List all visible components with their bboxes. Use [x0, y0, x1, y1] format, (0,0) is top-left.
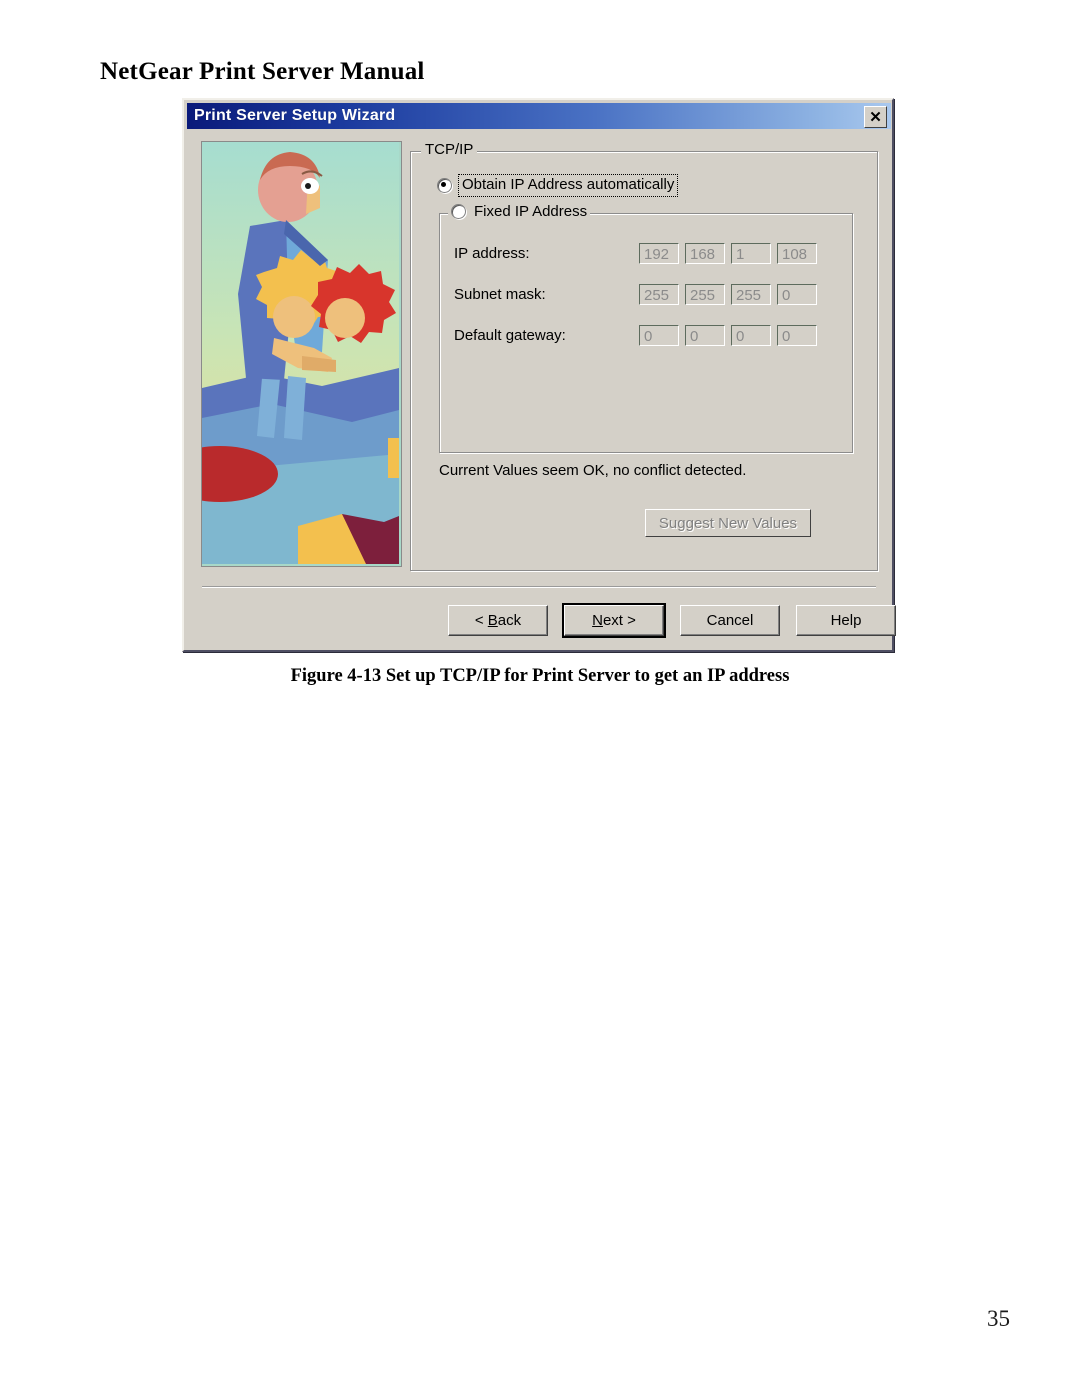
- default-gateway-octet-4[interactable]: 0: [777, 325, 817, 346]
- close-icon[interactable]: ✕: [864, 106, 887, 128]
- default-gateway-octet-3[interactable]: 0: [731, 325, 771, 346]
- help-button[interactable]: Help: [796, 605, 896, 636]
- subnet-mask-octet-3[interactable]: 255: [731, 284, 771, 305]
- document-page: NetGear Print Server Manual Print Server…: [0, 0, 1080, 1397]
- footer-button-bar: < Back Next > Cancel Help: [448, 603, 896, 638]
- close-icon-glyph: ✕: [869, 108, 882, 126]
- suggest-new-values-button[interactable]: Suggest New Values: [645, 509, 811, 537]
- focus-rectangle: Obtain IP Address automatically: [458, 174, 679, 197]
- ip-address-octet-1[interactable]: 192: [639, 243, 679, 264]
- radio-button-icon: [451, 204, 466, 219]
- default-gateway-octets: 0 0 0 0: [639, 325, 817, 346]
- dialog-title: Print Server Setup Wizard: [194, 107, 396, 124]
- tcpip-group-box: TCP/IP Obtain IP Address automatically F…: [410, 141, 878, 571]
- wizard-illustration: [201, 141, 402, 567]
- subnet-mask-label: Subnet mask:: [454, 286, 546, 303]
- subnet-mask-octet-1[interactable]: 255: [639, 284, 679, 305]
- radio-obtain-ip-automatically[interactable]: Obtain IP Address automatically: [437, 174, 679, 197]
- next-button-label: Next >: [592, 612, 636, 629]
- page-number: 35: [987, 1306, 1010, 1331]
- ip-address-octet-2[interactable]: 168: [685, 243, 725, 264]
- cancel-button-label: Cancel: [706, 612, 754, 629]
- figure-caption: Figure 4-13 Set up TCP/IP for Print Serv…: [290, 666, 790, 686]
- page-title: NetGear Print Server Manual: [100, 58, 425, 85]
- subnet-mask-row: Subnet mask: 255 255 255 0: [454, 284, 838, 305]
- default-gateway-label: Default gateway:: [454, 327, 566, 344]
- next-button[interactable]: Next >: [562, 603, 666, 638]
- subnet-mask-octet-2[interactable]: 255: [685, 284, 725, 305]
- subnet-mask-octets: 255 255 255 0: [639, 284, 817, 305]
- dialog-title-bar: Print Server Setup Wizard ✕: [187, 103, 891, 129]
- back-button[interactable]: < Back: [448, 605, 548, 636]
- print-server-setup-wizard-dialog: Print Server Setup Wizard ✕ TCP/IP Obtai…: [182, 98, 896, 652]
- fixed-ip-group-box: Fixed IP Address IP address: 192 168 1 1…: [439, 203, 853, 453]
- help-button-label: Help: [830, 612, 862, 629]
- status-message: Current Values seem OK, no conflict dete…: [439, 462, 747, 479]
- tcpip-group-legend: TCP/IP: [421, 141, 478, 158]
- ip-address-octet-3[interactable]: 1: [731, 243, 771, 264]
- ip-address-octets: 192 168 1 108: [639, 243, 817, 264]
- ip-address-row: IP address: 192 168 1 108: [454, 243, 838, 264]
- radio-fixed-ip-address-label: Fixed IP Address: [474, 203, 588, 220]
- default-gateway-octet-2[interactable]: 0: [685, 325, 725, 346]
- subnet-mask-octet-4[interactable]: 0: [777, 284, 817, 305]
- radio-obtain-ip-automatically-label: Obtain IP Address automatically: [462, 176, 675, 193]
- default-gateway-octet-1[interactable]: 0: [639, 325, 679, 346]
- back-button-label: < Back: [474, 612, 522, 629]
- radio-fixed-ip-address[interactable]: Fixed IP Address: [448, 203, 591, 220]
- ip-address-octet-4[interactable]: 108: [777, 243, 817, 264]
- default-gateway-row: Default gateway: 0 0 0 0: [454, 325, 838, 346]
- ip-address-label: IP address:: [454, 245, 530, 262]
- footer-separator: [202, 586, 876, 588]
- radio-button-icon: [437, 178, 452, 193]
- cancel-button[interactable]: Cancel: [680, 605, 780, 636]
